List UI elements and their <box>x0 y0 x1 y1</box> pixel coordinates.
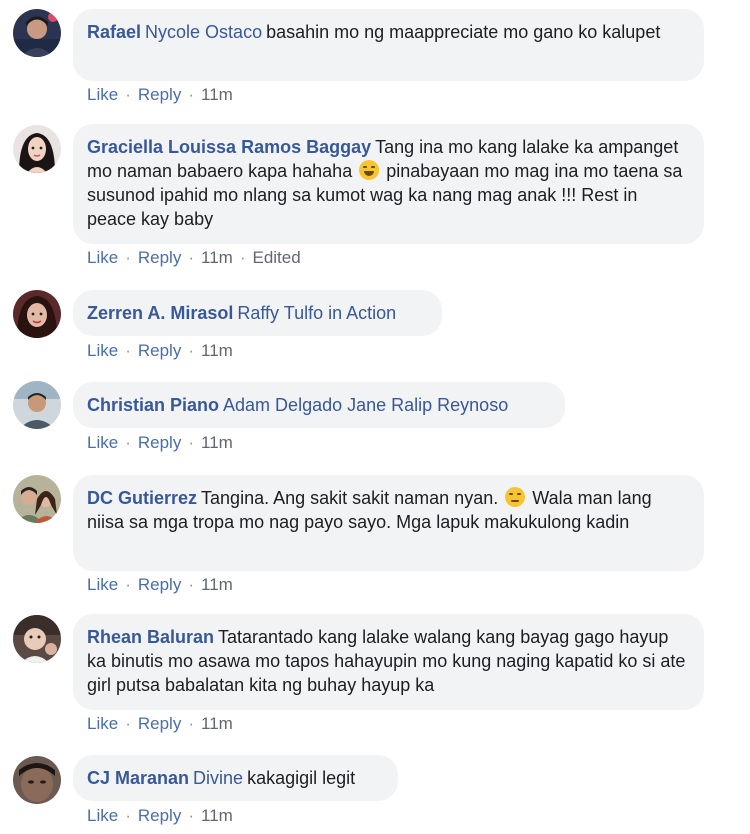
avatar[interactable] <box>13 9 61 57</box>
comment-actions: Like · Reply · 11m <box>87 433 233 453</box>
comment-bubble: Rhean Baluran Tatarantado kang lalake wal… <box>73 614 704 710</box>
reply-link[interactable]: Reply <box>138 85 181 104</box>
separator-dot: · <box>125 85 131 104</box>
comment-mention[interactable]: Divine <box>193 768 243 788</box>
separator-dot: · <box>125 433 131 452</box>
comment-actions: Like · Reply · 11m <box>87 806 233 826</box>
separator-dot: · <box>239 248 246 267</box>
like-link[interactable]: Like <box>87 714 118 733</box>
reply-link[interactable]: Reply <box>138 714 181 733</box>
comment-timestamp[interactable]: 11m <box>201 433 233 452</box>
sad-face-emoji <box>505 487 526 507</box>
comment-author[interactable]: Graciella Louissa Ramos Baggay <box>87 137 371 157</box>
like-link[interactable]: Like <box>87 433 118 452</box>
separator-dot: · <box>188 806 194 825</box>
avatar[interactable] <box>13 125 61 173</box>
comment-mention[interactable]: Nycole Ostaco <box>145 22 262 42</box>
avatar[interactable] <box>13 381 61 429</box>
comment-timestamp[interactable]: 11m <box>201 575 233 594</box>
separator-dot: · <box>125 714 131 733</box>
comment-bubble: DC Gutierrez Tangina. Ang sakit sakit nam… <box>73 475 704 571</box>
avatar[interactable] <box>13 756 61 804</box>
comment-author[interactable]: Rhean Baluran <box>87 627 214 647</box>
reply-link[interactable]: Reply <box>138 575 181 594</box>
separator-dot: · <box>188 85 194 104</box>
comment-actions: Like · Reply · 11m <box>87 575 233 595</box>
laughing-crying-emoji <box>359 160 380 180</box>
comment-bubble: Graciella Louissa Ramos Baggay Tang ina m… <box>73 124 704 244</box>
comment-text: Tangina. Ang sakit sakit naman nyan. <box>201 488 499 508</box>
separator-dot: · <box>188 714 194 733</box>
separator-dot: · <box>188 341 194 360</box>
comment-author[interactable]: Christian Piano <box>87 395 219 415</box>
comment-bubble: CJ Maranan Divine kakagigil legit <box>73 755 398 801</box>
like-link[interactable]: Like <box>87 341 118 360</box>
edited-label[interactable]: Edited <box>252 248 300 267</box>
comment-author[interactable]: Rafael <box>87 22 141 42</box>
comment-author[interactable]: DC Gutierrez <box>87 488 197 508</box>
avatar[interactable] <box>13 475 61 523</box>
comment-timestamp[interactable]: 11m <box>201 714 233 733</box>
separator-dot: · <box>188 248 194 267</box>
like-link[interactable]: Like <box>87 248 118 267</box>
separator-dot: · <box>125 248 131 267</box>
reply-link[interactable]: Reply <box>138 433 181 452</box>
avatar[interactable] <box>13 615 61 663</box>
comment-timestamp[interactable]: 11m <box>201 341 233 360</box>
separator-dot: · <box>125 806 131 825</box>
comment-actions: Like · Reply · 11m <box>87 714 233 734</box>
like-link[interactable]: Like <box>87 575 118 594</box>
comment-bubble: Christian Piano Adam Delgado Jane Ralip R… <box>73 382 565 428</box>
avatar[interactable] <box>13 290 61 338</box>
reply-link[interactable]: Reply <box>138 806 181 825</box>
comment-actions: Like · Reply · 11m <box>87 85 233 105</box>
separator-dot: · <box>125 341 131 360</box>
separator-dot: · <box>188 575 194 594</box>
comment-bubble: Rafael Nycole Ostaco basahin mo ng maappre… <box>73 9 704 81</box>
comment-mention[interactable]: Adam Delgado Jane Ralip Reynoso <box>223 395 508 415</box>
comment-mention[interactable]: Raffy Tulfo in Action <box>237 303 396 323</box>
like-link[interactable]: Like <box>87 85 118 104</box>
comment-timestamp[interactable]: 11m <box>201 806 233 825</box>
comment-timestamp[interactable]: 11m <box>201 85 233 104</box>
comment-actions: Like · Reply · 11m <box>87 341 233 361</box>
comment-bubble: Zerren A. Mirasol Raffy Tulfo in Action <box>73 290 442 336</box>
comment-actions: Like · Reply · 11m · Edited <box>87 248 301 268</box>
separator-dot: · <box>125 575 131 594</box>
comment-author[interactable]: CJ Maranan <box>87 768 189 788</box>
reply-link[interactable]: Reply <box>138 248 181 267</box>
comment-text: kakagigil legit <box>247 768 356 788</box>
comment-author[interactable]: Zerren A. Mirasol <box>87 303 233 323</box>
comment-timestamp[interactable]: 11m <box>201 248 233 267</box>
separator-dot: · <box>188 433 194 452</box>
like-link[interactable]: Like <box>87 806 118 825</box>
comment-text: basahin mo ng maappreciate mo gano ko ka… <box>266 22 661 42</box>
reply-link[interactable]: Reply <box>138 341 181 360</box>
